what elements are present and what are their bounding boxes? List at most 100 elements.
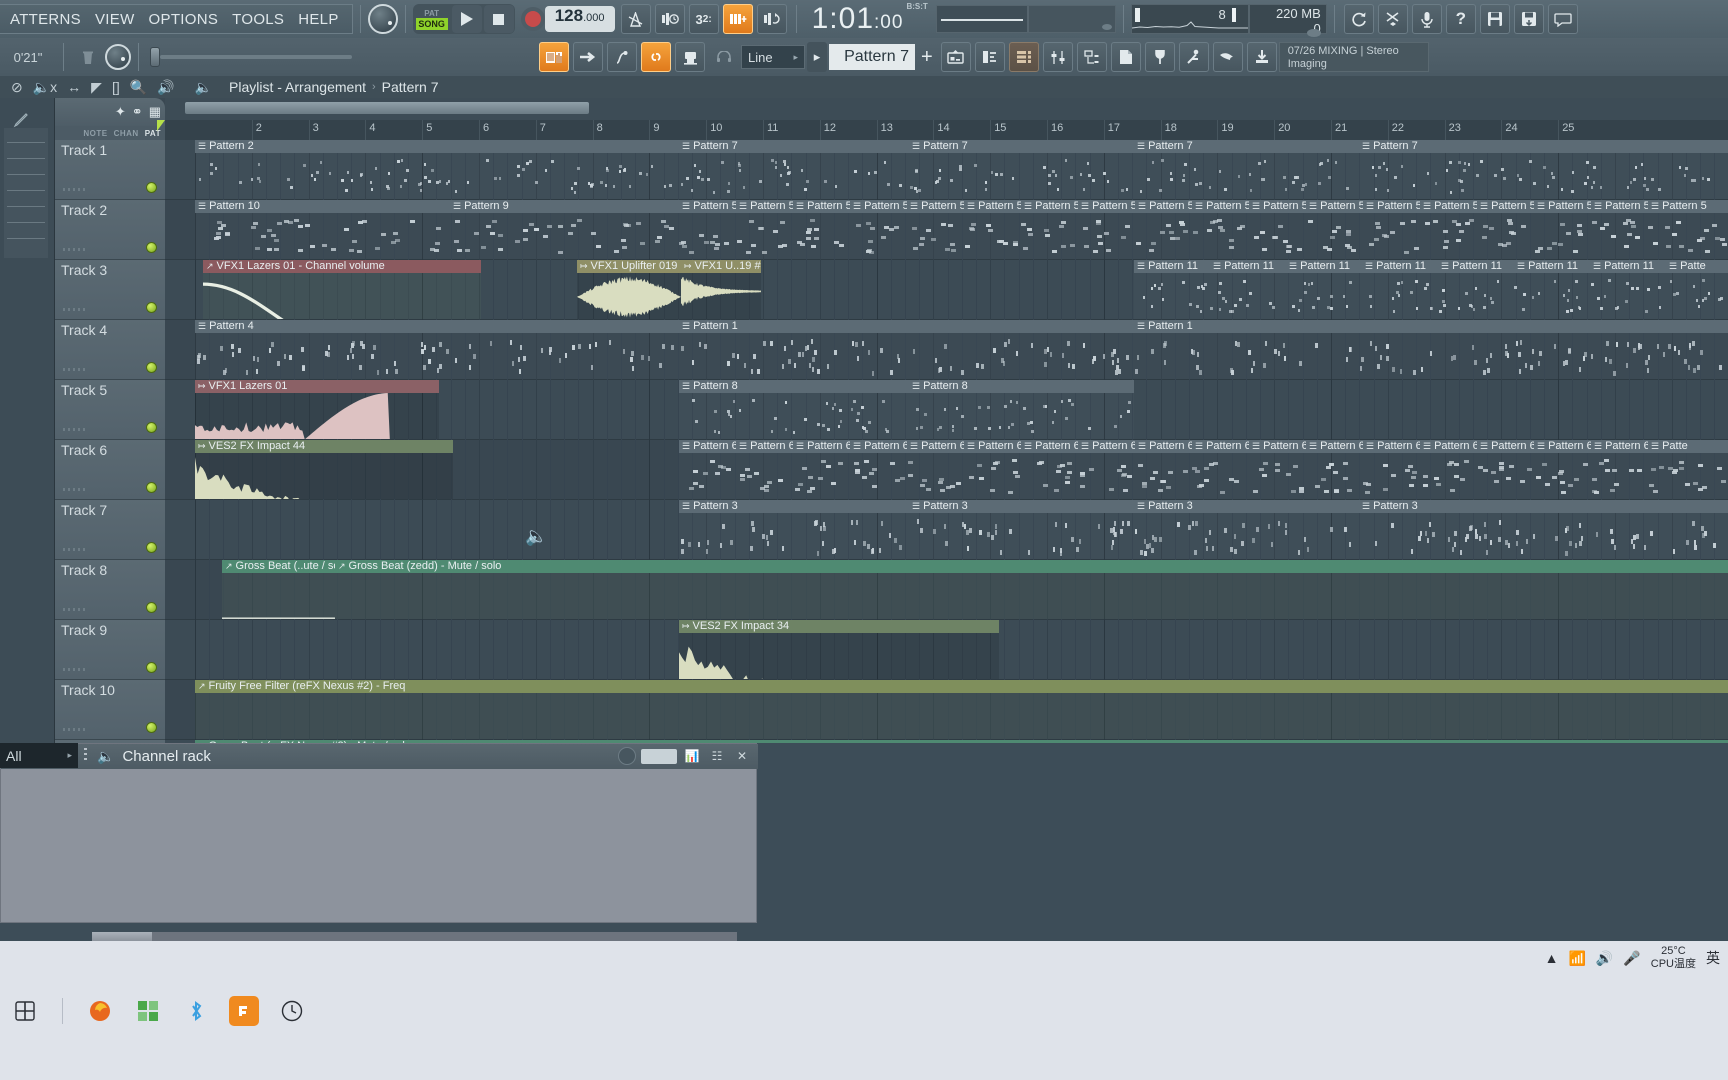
pitch-knob[interactable] [105, 44, 131, 70]
playlist-arrow-icon[interactable] [573, 42, 603, 72]
track-enable-led[interactable] [146, 542, 157, 553]
track-enable-led[interactable] [146, 302, 157, 313]
playlist-clip[interactable]: ☰ Pattern 9 [450, 200, 679, 259]
clip-header[interactable]: ☰ Pattern 5 [1534, 200, 1591, 213]
playlist-clip[interactable]: ☰ Pattern 6 [679, 440, 736, 499]
playlist-clip[interactable]: ☰ Pattern 6 [1477, 440, 1534, 499]
menu-item-patterns[interactable]: ATTERNS [3, 11, 88, 28]
clip-header[interactable]: ☰ Pattern 6 [1306, 440, 1363, 453]
time-display[interactable]: 1:01 :00 B:S:T [804, 2, 936, 36]
link-icon[interactable] [641, 42, 671, 72]
master-volume-knob[interactable] [367, 4, 398, 34]
step-edit-icon[interactable] [722, 4, 753, 34]
clip-header[interactable]: ↦ VFX1 Lazers 01 [195, 380, 439, 393]
clip-header[interactable]: ☰ Pattern 7 [1134, 140, 1359, 153]
clip-header[interactable]: ↗ Fruity Free Filter (reFX Nexus #2) - Fr… [195, 680, 1728, 693]
playlist-clip[interactable]: ↦ VES2 FX Impact 34 [679, 620, 999, 679]
playlist-clip[interactable]: ☰ Patte [1648, 440, 1728, 499]
close-icon[interactable]: ✕ [732, 747, 752, 765]
track-header[interactable]: Track 7 [55, 500, 165, 560]
clip-header[interactable]: ☰ Pattern 6 [1420, 440, 1477, 453]
playlist-clip[interactable]: ☰ Pattern 6 [850, 440, 907, 499]
clip-header[interactable]: ☰ Pattern 11 [1134, 260, 1210, 273]
clip-header[interactable]: ☰ Pattern 5 [1648, 200, 1728, 213]
note-icon[interactable]: ✦ [115, 104, 126, 120]
playlist-clip[interactable]: ☰ Pattern 5 [793, 200, 850, 259]
clip-header[interactable]: ☰ Pattern 10 [195, 200, 450, 213]
track-header[interactable]: Track 1 [55, 140, 165, 200]
sync-icon[interactable] [1343, 4, 1374, 34]
record-button[interactable] [524, 11, 541, 27]
channel-rack-hscroll-thumb[interactable] [92, 932, 152, 941]
pattern-selector[interactable]: Pattern 7 [829, 44, 915, 70]
clip-header[interactable]: ☰ Pattern 3 [1134, 500, 1359, 513]
wait-for-input-icon[interactable] [654, 4, 685, 34]
countdown-icon[interactable]: 3 2: [688, 4, 719, 34]
clip-header[interactable]: ☰ Pattern 5 [1192, 200, 1249, 213]
playlist-clip[interactable]: ☰ Pattern 3 [909, 500, 1134, 559]
clip-header[interactable]: ☰ Pattern 11 [1362, 260, 1438, 273]
automation-icon[interactable] [607, 42, 637, 72]
track-header[interactable]: Track 3 [55, 260, 165, 320]
timeline-ruler[interactable]: 2 3 4 5 6 7 8 9 10 11 12 13 14 15 16 17 18 19 20 21 22 23 24 25 [165, 120, 1728, 140]
playlist-clip[interactable]: ☰ Pattern 6 [1192, 440, 1249, 499]
playlist-clip[interactable]: ☰ Pattern 8 [679, 380, 909, 439]
no-tool-icon[interactable]: ⊘ [6, 79, 28, 96]
playlist-clip[interactable]: ☰ Pattern 5 [1192, 200, 1249, 259]
clip-header[interactable]: ☰ Pattern 11 [1590, 260, 1666, 273]
browser-icon[interactable] [940, 42, 971, 72]
clip-header[interactable]: ☰ Pattern 11 [1438, 260, 1514, 273]
playlist-clip[interactable]: ☰ Pattern 4 [195, 320, 679, 379]
clip-header[interactable]: ↦ VFX1 U..19 #2 [681, 260, 761, 273]
chevron-up-icon[interactable]: ▲ [1545, 950, 1559, 966]
shuffle-icon[interactable] [1377, 4, 1408, 34]
clip-header[interactable]: ☰ Pattern 6 [1534, 440, 1591, 453]
playlist-clip[interactable]: ☰ Pattern 6 [1534, 440, 1591, 499]
tempo-field[interactable]: 128 .000 [544, 6, 615, 32]
clip-header[interactable]: ☰ Pattern 3 [909, 500, 1134, 513]
project-picker-icon[interactable] [1076, 42, 1107, 72]
clip-header[interactable]: ☰ Pattern 6 [679, 440, 736, 453]
playlist-icon[interactable] [539, 42, 569, 72]
download-icon[interactable] [1246, 42, 1277, 72]
swing-knob[interactable] [618, 747, 636, 765]
pattern-length-field[interactable] [641, 748, 677, 764]
header-label-chan[interactable]: CHAN [114, 129, 139, 138]
channel-rack-hscrollbar[interactable] [92, 932, 737, 941]
clip-header[interactable]: ☰ Pattern 5 [1135, 200, 1192, 213]
menu-item-options[interactable]: OPTIONS [142, 11, 226, 28]
playlist-clip[interactable]: ☰ Pattern 3 [679, 500, 909, 559]
start-icon[interactable] [10, 996, 40, 1026]
playlist-clip[interactable]: ☰ Pattern 6 [1078, 440, 1135, 499]
bluetooth-icon[interactable] [181, 996, 211, 1026]
clip-header[interactable]: ☰ Pattern 11 [1210, 260, 1286, 273]
track-header[interactable]: Track 4 [55, 320, 165, 380]
clip-header[interactable]: ☰ Pattern 5 [679, 200, 736, 213]
playlist-clip[interactable]: ☰ Pattern 2 [195, 140, 679, 199]
panel-grip[interactable] [84, 748, 87, 762]
playlist-clip[interactable]: ☰ Pattern 11 [1286, 260, 1362, 319]
clip-header[interactable]: ☰ Pattern 2 [195, 140, 679, 153]
clip-header[interactable]: ↦ VES2 FX Impact 44 [195, 440, 453, 453]
playlist-clip[interactable]: ☰ Pattern 1 [1134, 320, 1728, 379]
clip-header[interactable]: ☰ Pattern 5 [1249, 200, 1306, 213]
clip-header[interactable]: ↗Gross Beat (..ute / solo [222, 560, 335, 573]
track-enable-led[interactable] [146, 362, 157, 373]
playlist-clip[interactable]: ☰ Patte [1666, 260, 1728, 319]
volume-icon[interactable]: 🔊 [1596, 950, 1613, 967]
clip-header[interactable]: ☰ Pattern 8 [679, 380, 909, 393]
track-header[interactable]: Track 2 [55, 200, 165, 260]
slide-tool-icon[interactable]: ↔ [62, 79, 86, 95]
playlist-hscrollbar[interactable] [165, 98, 1728, 120]
clip-header[interactable]: ☰ Pattern 4 [195, 320, 679, 333]
playlist-clip[interactable]: ☰ Pattern 6 [1420, 440, 1477, 499]
playlist-clip[interactable]: ☰ Pattern 5 [1477, 200, 1534, 259]
clip-header[interactable]: ☰ Pattern 6 [1021, 440, 1078, 453]
playlist-clip[interactable]: ↦ VFX1 Uplifter 019 [577, 260, 681, 319]
pitch-slider[interactable] [150, 47, 352, 67]
metronome-icon[interactable] [620, 4, 651, 34]
playlist-hscroll-thumb[interactable] [185, 102, 589, 114]
playlist-clip[interactable]: ☰ Pattern 5 [1363, 200, 1420, 259]
header-label-note[interactable]: NOTE [83, 129, 107, 138]
playlist-clip[interactable]: ↗ Gross Beat (zedd) - Mute / solo [335, 560, 1728, 619]
